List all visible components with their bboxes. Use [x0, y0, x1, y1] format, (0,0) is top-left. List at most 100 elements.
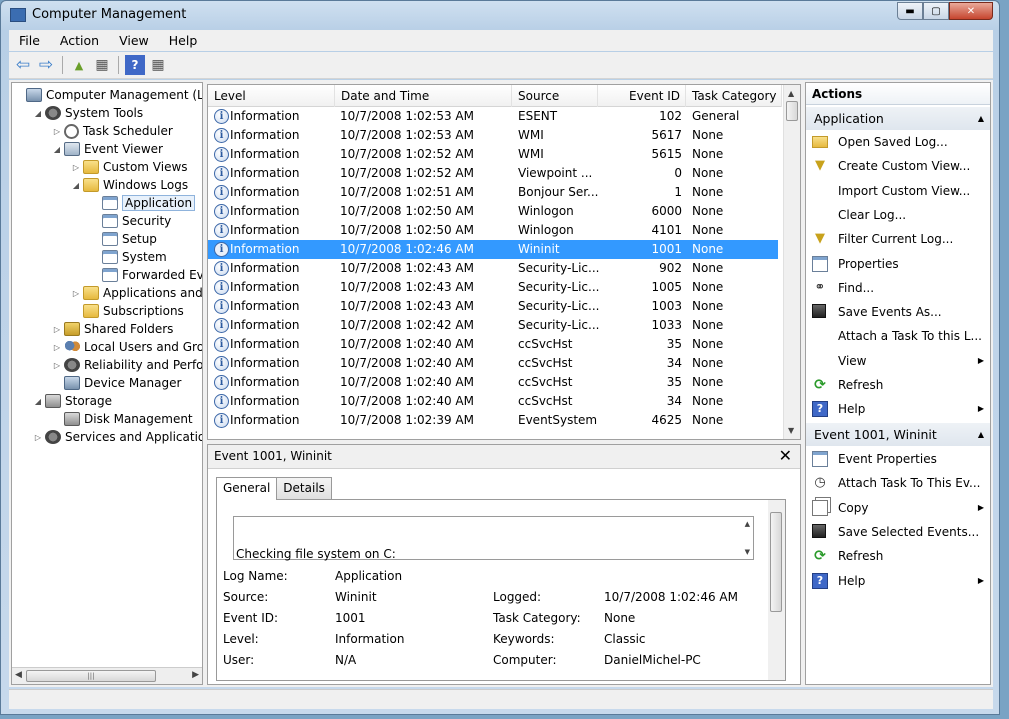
event-row[interactable]: i Information 10/7/2008 1:02:46 AM Wininit 1… [208, 240, 778, 259]
event-row[interactable]: i Information 10/7/2008 1:02:40 AM ccSvcHst… [208, 335, 778, 354]
event-row[interactable]: i Information 10/7/2008 1:02:52 AM WMI 5615 N… [208, 145, 778, 164]
title-bar[interactable]: Computer Management ▬ ▢ ✕ [1, 1, 999, 29]
event-row[interactable]: i Information 10/7/2008 1:02:53 AM WMI 5617 N… [208, 126, 778, 145]
column-header-source[interactable]: Source [512, 85, 598, 107]
tree-node[interactable]: ▷ Reliability and Performanc [52, 356, 202, 374]
action-refresh[interactable]: ⟳ Refresh [806, 373, 990, 397]
event-row[interactable]: i Information 10/7/2008 1:02:53 AM ESENT 102… [208, 107, 778, 126]
tree-node[interactable]: Disk Management [52, 410, 193, 428]
action-attach-a-task-to-this-l[interactable]: Attach a Task To this L... [806, 324, 990, 348]
actions-section-event[interactable]: Event 1001, Wininit ▲ [806, 423, 990, 446]
tree-node[interactable]: Device Manager [52, 374, 181, 392]
tree-node[interactable]: System [90, 248, 167, 266]
expand-toggle-icon[interactable]: ◢ [71, 181, 81, 190]
action-view[interactable]: View ▶ [806, 349, 990, 373]
scrollbar-thumb[interactable] [786, 101, 798, 121]
tree-node[interactable]: ▷ Task Scheduler [52, 122, 173, 140]
menu-view[interactable]: View [109, 33, 159, 48]
action-find[interactable]: ⚭ Find... [806, 276, 990, 300]
detail-scrollbar[interactable] [768, 500, 785, 680]
tree-node[interactable]: Forwarded Events [90, 266, 202, 284]
event-row[interactable]: i Information 10/7/2008 1:02:43 AM Security… [208, 278, 778, 297]
event-row[interactable]: i Information 10/7/2008 1:02:40 AM ccSvcHst… [208, 392, 778, 411]
expand-toggle-icon[interactable]: ◢ [52, 145, 62, 154]
collapse-icon[interactable]: ▲ [978, 423, 984, 446]
help-icon[interactable]: ? [125, 55, 145, 75]
expand-toggle-icon[interactable]: ▷ [52, 325, 62, 334]
action-copy[interactable]: Copy ▶ [806, 496, 990, 520]
action-attach-task-to-this-ev[interactable]: ◷ Attach Task To This Ev... [806, 471, 990, 495]
event-row[interactable]: i Information 10/7/2008 1:02:43 AM Security… [208, 259, 778, 278]
minimize-button[interactable]: ▬ [897, 2, 923, 20]
tree-node[interactable]: Security [90, 212, 171, 230]
tree-node[interactable]: ◢ Storage [33, 392, 112, 410]
action-filter-current-log[interactable]: ▼ Filter Current Log... [806, 227, 990, 251]
close-icon[interactable]: ✕ [779, 446, 792, 465]
action-save-selected-events[interactable]: Save Selected Events... [806, 520, 990, 544]
collapse-icon[interactable]: ▲ [978, 107, 984, 130]
close-button[interactable]: ✕ [949, 2, 993, 20]
scroll-right-icon[interactable]: ▶ [192, 670, 199, 680]
event-row[interactable]: i Information 10/7/2008 1:02:50 AM Winlogon… [208, 202, 778, 221]
event-row[interactable]: i Information 10/7/2008 1:02:52 AM Viewpoin… [208, 164, 778, 183]
show-hide-action-pane-icon[interactable]: ▦ [148, 55, 168, 75]
tree-node[interactable]: ◢ System Tools [33, 104, 143, 122]
expand-toggle-icon[interactable]: ▷ [33, 433, 43, 442]
expand-toggle-icon[interactable]: ▷ [52, 127, 62, 136]
expand-toggle-icon[interactable]: ▷ [52, 361, 62, 370]
menu-action[interactable]: Action [50, 33, 109, 48]
action-help[interactable]: ? Help ▶ [806, 569, 990, 593]
tab-general[interactable]: General [216, 477, 278, 500]
forward-arrow-icon[interactable]: ⇨ [36, 55, 56, 75]
event-list-scrollbar[interactable]: ▲ ▼ [783, 85, 800, 439]
event-message-box[interactable]: Checking file system on C: ▲ ▼ [233, 516, 754, 561]
column-header-level[interactable]: Level [208, 85, 335, 107]
tree-horizontal-scrollbar[interactable]: ◀ ||| ▶ [12, 667, 202, 684]
tree-node[interactable]: ◢ Windows Logs [71, 176, 188, 194]
tree-node[interactable]: ▷ Applications and Servic [71, 284, 202, 302]
tree-node[interactable]: ▷ Shared Folders [52, 320, 173, 338]
scroll-up-icon[interactable]: ▲ [745, 520, 750, 528]
action-clear-log[interactable]: Clear Log... [806, 203, 990, 227]
action-import-custom-view[interactable]: Import Custom View... [806, 179, 990, 203]
tree-node[interactable]: Subscriptions [71, 302, 184, 320]
event-row[interactable]: i Information 10/7/2008 1:02:51 AM Bonjour … [208, 183, 778, 202]
back-arrow-icon[interactable]: ⇦ [13, 55, 33, 75]
column-header-date-and-time[interactable]: Date and Time [335, 85, 512, 107]
column-header-event-id[interactable]: Event ID [598, 85, 686, 107]
event-row[interactable]: i Information 10/7/2008 1:02:40 AM ccSvcHst… [208, 354, 778, 373]
tree-node[interactable]: ▷ Custom Views [71, 158, 188, 176]
event-row[interactable]: i Information 10/7/2008 1:02:42 AM Security… [208, 316, 778, 335]
menu-help[interactable]: Help [159, 33, 208, 48]
action-refresh[interactable]: ⟳ Refresh [806, 544, 990, 568]
tab-details[interactable]: Details [276, 477, 332, 499]
scrollbar-thumb[interactable]: ||| [26, 670, 156, 682]
up-folder-icon[interactable]: ▲ [69, 55, 89, 75]
expand-toggle-icon[interactable]: ▷ [52, 343, 62, 352]
expand-toggle-icon[interactable]: ▷ [71, 163, 81, 172]
scroll-up-icon[interactable]: ▲ [788, 89, 794, 98]
tree-node[interactable]: ▷ Local Users and Groups [52, 338, 202, 356]
action-help[interactable]: ? Help ▶ [806, 397, 990, 421]
action-save-events-as[interactable]: Save Events As... [806, 300, 990, 324]
menu-file[interactable]: File [9, 33, 50, 48]
tree-node[interactable]: Computer Management (Local) [14, 86, 202, 104]
tree-node[interactable]: ▷ Services and Applications [33, 428, 202, 446]
event-row[interactable]: i Information 10/7/2008 1:02:39 AM EventSys… [208, 411, 778, 430]
tree-node[interactable]: ◢ Event Viewer [52, 140, 163, 158]
event-row[interactable]: i Information 10/7/2008 1:02:50 AM Winlogon… [208, 221, 778, 240]
event-row[interactable]: i Information 10/7/2008 1:02:40 AM ccSvcHst… [208, 373, 778, 392]
scroll-left-icon[interactable]: ◀ [15, 670, 22, 680]
tree-node[interactable]: Setup [90, 230, 157, 248]
expand-toggle-icon[interactable]: ◢ [33, 397, 43, 406]
event-row[interactable]: i Information 10/7/2008 1:02:43 AM Security… [208, 297, 778, 316]
action-event-properties[interactable]: Event Properties [806, 447, 990, 471]
scrollbar-thumb[interactable] [770, 512, 782, 612]
expand-toggle-icon[interactable]: ▷ [71, 289, 81, 298]
scroll-down-icon[interactable]: ▼ [745, 548, 750, 556]
action-properties[interactable]: Properties [806, 252, 990, 276]
maximize-button[interactable]: ▢ [923, 2, 949, 20]
action-open-saved-log[interactable]: Open Saved Log... [806, 130, 990, 154]
tree-node[interactable]: Application [90, 194, 196, 212]
action-create-custom-view[interactable]: ▼ Create Custom View... [806, 154, 990, 178]
